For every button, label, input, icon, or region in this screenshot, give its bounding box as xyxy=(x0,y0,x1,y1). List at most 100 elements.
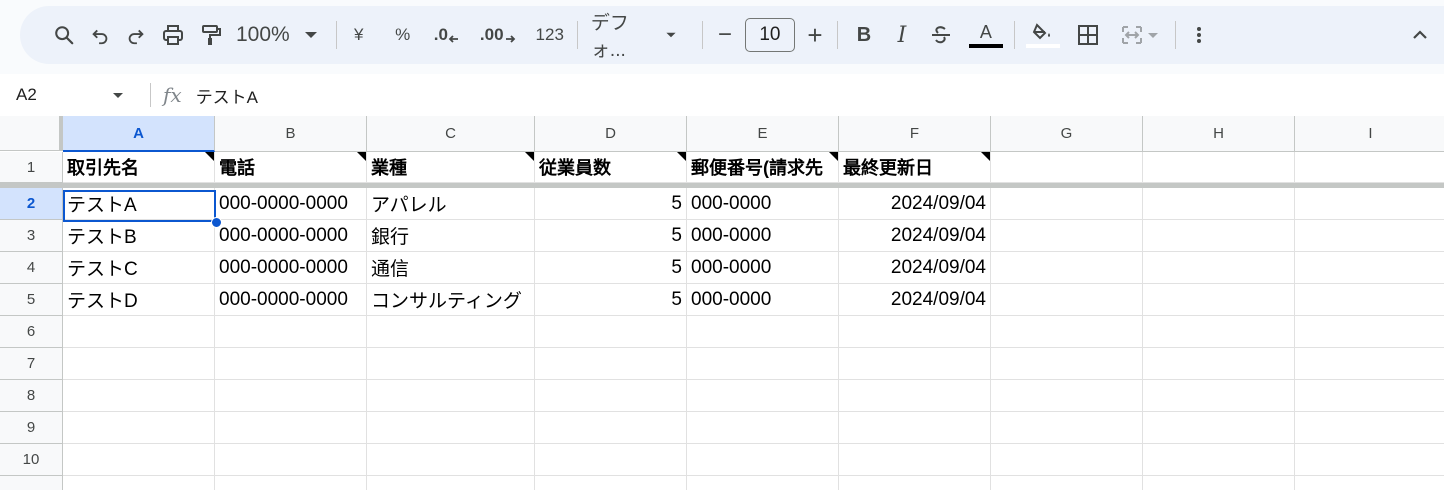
cell-e7[interactable] xyxy=(687,348,839,380)
cell-g3[interactable] xyxy=(991,220,1143,252)
column-header-e[interactable]: E xyxy=(687,116,839,152)
cell-e4[interactable]: 000-0000 xyxy=(687,252,839,284)
cell-f2[interactable]: 2024/09/04 xyxy=(839,188,991,220)
cell-b3[interactable]: 000-0000-0000 xyxy=(215,220,367,252)
cell-a3[interactable]: テストB xyxy=(63,220,215,252)
cell-a2[interactable]: テストA xyxy=(63,188,215,220)
cell-i8[interactable] xyxy=(1295,380,1444,412)
cell-b9[interactable] xyxy=(215,412,367,444)
cell-g5[interactable] xyxy=(991,284,1143,316)
cell-g9[interactable] xyxy=(991,412,1143,444)
column-header-d[interactable]: D xyxy=(535,116,687,152)
more-formats-button[interactable]: 123 xyxy=(531,17,569,53)
cell-partial-row[interactable] xyxy=(1295,476,1444,490)
cell-e2[interactable]: 000-0000 xyxy=(687,188,839,220)
cell-b4[interactable]: 000-0000-0000 xyxy=(215,252,367,284)
format-percent-button[interactable]: % xyxy=(389,17,417,53)
cell-i5[interactable] xyxy=(1295,284,1444,316)
cell-a7[interactable] xyxy=(63,348,215,380)
fill-handle[interactable] xyxy=(211,217,222,228)
text-color-button[interactable]: A xyxy=(966,17,1006,53)
column-header-b[interactable]: B xyxy=(215,116,367,152)
cell-e10[interactable] xyxy=(687,444,839,476)
header-cell-e[interactable]: 郵便番号(請求先 xyxy=(687,152,839,183)
cell-h6[interactable] xyxy=(1143,316,1295,348)
column-header-h[interactable]: H xyxy=(1143,116,1295,152)
cell-h2[interactable] xyxy=(1143,188,1295,220)
cell-i9[interactable] xyxy=(1295,412,1444,444)
column-header-i[interactable]: I xyxy=(1295,116,1444,152)
cell-c2[interactable]: アパレル xyxy=(367,188,535,220)
cell-e8[interactable] xyxy=(687,380,839,412)
header-cell-f[interactable]: 最終更新日 xyxy=(839,152,991,183)
paint-format-button[interactable] xyxy=(194,17,228,53)
cell-f10[interactable] xyxy=(839,444,991,476)
cell-e6[interactable] xyxy=(687,316,839,348)
row-header-10[interactable]: 10 xyxy=(0,444,63,476)
bold-button[interactable]: B xyxy=(850,17,878,53)
decrease-font-size-button[interactable]: − xyxy=(711,17,739,53)
cell-g4[interactable] xyxy=(991,252,1143,284)
cell-d10[interactable] xyxy=(535,444,687,476)
column-header-g[interactable]: G xyxy=(991,116,1143,152)
cell-c8[interactable] xyxy=(367,380,535,412)
cell-f7[interactable] xyxy=(839,348,991,380)
cell-e5[interactable]: 000-0000 xyxy=(687,284,839,316)
cell-a10[interactable] xyxy=(63,444,215,476)
cell-e9[interactable] xyxy=(687,412,839,444)
cell-d7[interactable] xyxy=(535,348,687,380)
cell-b5[interactable]: 000-0000-0000 xyxy=(215,284,367,316)
cell-h7[interactable] xyxy=(1143,348,1295,380)
fill-color-button[interactable] xyxy=(1023,17,1063,53)
cell-b2[interactable]: 000-0000-0000 xyxy=(215,188,367,220)
cell-partial-row[interactable] xyxy=(535,476,687,490)
row-header-2[interactable]: 2 xyxy=(0,188,63,220)
cell-i6[interactable] xyxy=(1295,316,1444,348)
cell-b8[interactable] xyxy=(215,380,367,412)
cell-h5[interactable] xyxy=(1143,284,1295,316)
cell-g8[interactable] xyxy=(991,380,1143,412)
cell-h10[interactable] xyxy=(1143,444,1295,476)
cell-a6[interactable] xyxy=(63,316,215,348)
cell-g10[interactable] xyxy=(991,444,1143,476)
row-header-5[interactable]: 5 xyxy=(0,284,63,316)
cell-b7[interactable] xyxy=(215,348,367,380)
cell-h8[interactable] xyxy=(1143,380,1295,412)
cell-partial-row[interactable] xyxy=(1143,476,1295,490)
row-header-4[interactable]: 4 xyxy=(0,252,63,284)
spreadsheet-grid[interactable]: A B C D E F G H I 1 2 3 4 5 6 7 8 9 10 取引先名 電話 業種 従業員数 郵便番号(請求先… xyxy=(0,116,1444,490)
cell-g2[interactable] xyxy=(991,188,1143,220)
more-options-button[interactable] xyxy=(1184,17,1214,53)
cell-d3[interactable]: 5 xyxy=(535,220,687,252)
name-box[interactable]: A2 xyxy=(0,85,130,105)
cell-i2[interactable] xyxy=(1295,188,1444,220)
cell-d8[interactable] xyxy=(535,380,687,412)
cell-a9[interactable] xyxy=(63,412,215,444)
row-header-3[interactable]: 3 xyxy=(0,220,63,252)
collapse-toolbar-button[interactable] xyxy=(1404,17,1436,53)
strikethrough-button[interactable] xyxy=(924,17,958,53)
cell-c10[interactable] xyxy=(367,444,535,476)
redo-button[interactable] xyxy=(120,17,152,53)
print-button[interactable] xyxy=(156,17,190,53)
cell-f4[interactable]: 2024/09/04 xyxy=(839,252,991,284)
header-cell-a[interactable]: 取引先名 xyxy=(63,152,215,183)
row-header-8[interactable]: 8 xyxy=(0,380,63,412)
cell-f5[interactable]: 2024/09/04 xyxy=(839,284,991,316)
increase-font-size-button[interactable]: + xyxy=(801,17,829,53)
header-cell-h[interactable] xyxy=(1143,152,1295,183)
column-header-a[interactable]: A xyxy=(63,116,215,152)
merge-cells-button[interactable] xyxy=(1115,17,1167,53)
cell-i10[interactable] xyxy=(1295,444,1444,476)
cell-c6[interactable] xyxy=(367,316,535,348)
zoom-select[interactable]: 100% xyxy=(232,17,328,53)
row-header-1[interactable]: 1 xyxy=(0,152,63,183)
cell-f9[interactable] xyxy=(839,412,991,444)
cell-d5[interactable]: 5 xyxy=(535,284,687,316)
increase-decimal-button[interactable]: .00 xyxy=(475,17,521,53)
formula-input[interactable]: テストA xyxy=(196,83,258,108)
cell-g6[interactable] xyxy=(991,316,1143,348)
cell-i4[interactable] xyxy=(1295,252,1444,284)
cell-d9[interactable] xyxy=(535,412,687,444)
cell-c9[interactable] xyxy=(367,412,535,444)
